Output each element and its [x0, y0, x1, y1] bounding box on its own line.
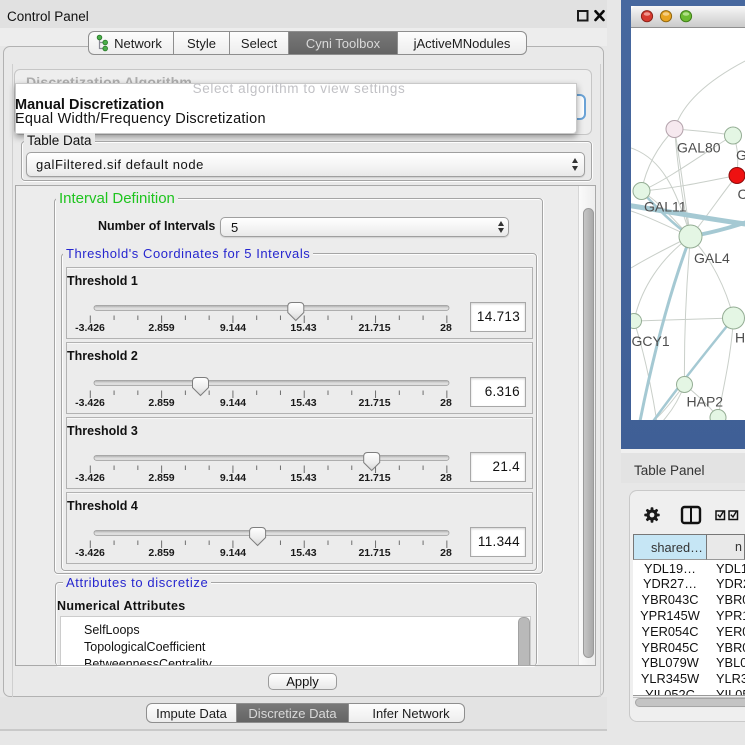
svg-text:GCY1: GCY1 [632, 333, 670, 349]
svg-text:GA: GA [736, 147, 745, 163]
svg-text:GAL11: GAL11 [644, 199, 687, 215]
svg-text:HAP2: HAP2 [687, 394, 724, 410]
svg-text:GAL80: GAL80 [677, 140, 721, 156]
svg-text:GAL4: GAL4 [694, 250, 730, 266]
svg-text:C: C [738, 186, 745, 202]
svg-text:H: H [735, 330, 745, 346]
